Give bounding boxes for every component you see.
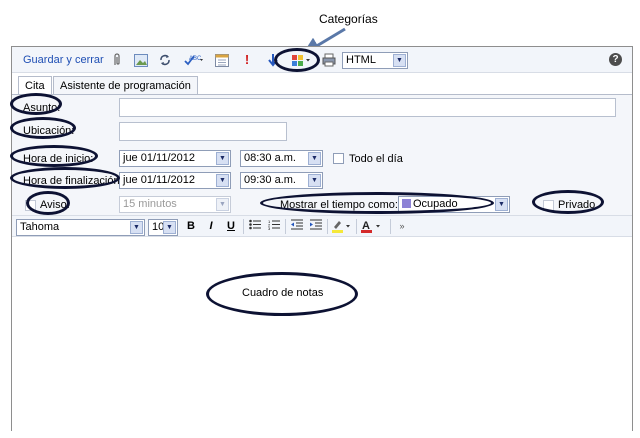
- format-select-value: HTML: [346, 54, 376, 66]
- categories-icon[interactable]: [291, 53, 313, 67]
- italic-button[interactable]: I: [203, 219, 219, 234]
- chevron-down-icon: ▼: [216, 198, 229, 211]
- aviso-checkbox[interactable]: [25, 200, 36, 211]
- inicio-date-value: jue 01/11/2012: [123, 152, 195, 164]
- fin-date-value: jue 01/11/2012: [123, 174, 195, 186]
- increase-indent-icon[interactable]: [308, 219, 324, 234]
- bold-button[interactable]: B: [183, 219, 199, 234]
- inicio-date-select[interactable]: jue 01/11/2012 ▼: [119, 150, 231, 167]
- save-close-button[interactable]: Guardar y cerrar: [23, 54, 104, 66]
- font-color-icon[interactable]: A: [361, 219, 385, 234]
- todo-dia-label: Todo el día: [349, 153, 403, 165]
- chevron-down-icon: ▼: [216, 174, 229, 187]
- aviso-value: 15 minutos: [123, 198, 177, 210]
- separator: [285, 219, 286, 234]
- chevron-down-icon: ▼: [393, 54, 406, 67]
- separator: [390, 219, 391, 234]
- notes-area[interactable]: [12, 237, 632, 431]
- aviso-select[interactable]: 15 minutos ▼: [119, 196, 231, 213]
- separator: [243, 219, 244, 234]
- low-importance-icon[interactable]: [266, 53, 280, 67]
- numbering-icon[interactable]: 123: [266, 219, 282, 234]
- ubicacion-label: Ubicación:: [23, 125, 75, 137]
- calendar-icon[interactable]: [215, 53, 229, 67]
- asunto-label: Asunto:: [23, 102, 61, 114]
- mostrar-label: Mostrar el tiempo como:: [280, 199, 398, 211]
- mostrar-value: Ocupado: [413, 198, 458, 210]
- highlight-icon[interactable]: [331, 219, 353, 234]
- format-select[interactable]: HTML ▼: [342, 52, 408, 69]
- busy-swatch: [402, 199, 411, 208]
- decrease-indent-icon[interactable]: [289, 219, 305, 234]
- todo-dia-checkbox[interactable]: [333, 153, 344, 164]
- main-toolbar: Guardar y cerrar ABC ! HTML ▼ ?: [12, 47, 632, 73]
- privado-checkbox[interactable]: [543, 200, 554, 211]
- help-icon[interactable]: ?: [609, 53, 622, 66]
- aviso-label: Aviso:: [40, 199, 70, 211]
- chevron-down-icon: ▼: [308, 152, 321, 165]
- chevron-down-icon: ▼: [308, 174, 321, 187]
- underline-button[interactable]: U: [223, 219, 239, 234]
- svg-text:3: 3: [268, 226, 271, 230]
- font-size-select[interactable]: 10 ▼: [148, 219, 178, 236]
- insert-image-icon[interactable]: [134, 53, 148, 67]
- format-toolbar: Tahoma ▼ 10 ▼ B I U 123 A »: [12, 215, 632, 237]
- fin-date-select[interactable]: jue 01/11/2012 ▼: [119, 172, 231, 189]
- font-select[interactable]: Tahoma ▼: [16, 219, 145, 236]
- appointment-window: Guardar y cerrar ABC ! HTML ▼ ? Cita Asi…: [11, 46, 633, 431]
- fin-time-select[interactable]: 09:30 a.m. ▼: [240, 172, 323, 189]
- spelling-icon[interactable]: ABC: [184, 53, 206, 67]
- inicio-time-value: 08:30 a.m.: [244, 152, 296, 164]
- appointment-form: Asunto: Ubicación: Hora de inicio: jue 0…: [12, 94, 632, 215]
- tab-cita[interactable]: Cita: [18, 76, 52, 96]
- fin-time-value: 09:30 a.m.: [244, 174, 296, 186]
- separator: [327, 219, 328, 234]
- font-value: Tahoma: [20, 221, 60, 233]
- asunto-input[interactable]: [119, 98, 616, 117]
- cuadro-notas-annotation: Cuadro de notas: [242, 287, 324, 299]
- print-icon[interactable]: [322, 53, 336, 67]
- ubicacion-input[interactable]: [119, 122, 287, 141]
- high-importance-icon[interactable]: !: [240, 53, 254, 67]
- fin-label: Hora de finalización:: [23, 175, 123, 187]
- separator: [356, 219, 357, 234]
- more-options-icon[interactable]: »: [394, 219, 410, 234]
- inicio-label: Hora de inicio:: [23, 153, 94, 165]
- chevron-down-icon: ▼: [163, 221, 176, 234]
- recurrence-icon[interactable]: [158, 53, 172, 67]
- chevron-down-icon: ▼: [495, 198, 508, 211]
- mostrar-select[interactable]: Ocupado ▼: [398, 196, 510, 213]
- attach-icon[interactable]: [110, 53, 124, 67]
- chevron-down-icon: ▼: [130, 221, 143, 234]
- bullets-icon[interactable]: [247, 219, 263, 234]
- tab-asistente[interactable]: Asistente de programación: [53, 76, 198, 95]
- inicio-time-select[interactable]: 08:30 a.m. ▼: [240, 150, 323, 167]
- privado-label: Privado: [558, 199, 596, 211]
- chevron-down-icon: ▼: [216, 152, 229, 165]
